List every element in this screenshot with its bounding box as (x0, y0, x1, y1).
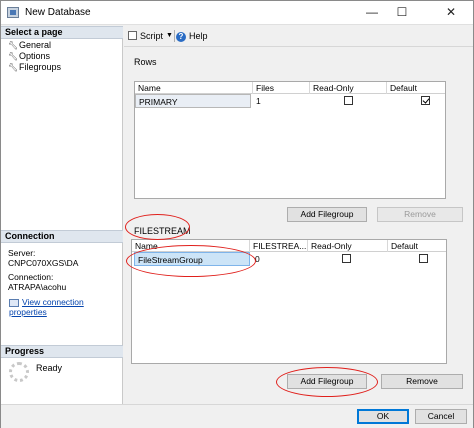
column-header-default[interactable]: Default (388, 240, 446, 252)
rows-grid[interactable]: Name Files Read-Only Default PRIMARY 1 (134, 81, 446, 199)
default-checkbox[interactable] (419, 254, 428, 263)
title-bar: New Database — ☐ ✕ (1, 1, 473, 25)
column-header-name[interactable]: Name (135, 82, 253, 94)
left-pane: Select a page 🔧︎General 🔧︎Options 🔧︎File… (1, 26, 123, 404)
column-header-name[interactable]: Name (132, 240, 250, 252)
connection-value: ATRAPA\acohu (8, 282, 67, 292)
filestream-grid[interactable]: Name FILESTREA... Read-Only Default File… (131, 239, 447, 364)
ok-button[interactable]: OK (357, 409, 409, 424)
table-row[interactable]: PRIMARY 1 (135, 94, 445, 108)
connection-label: Connection: (8, 272, 54, 282)
help-label: Help (189, 31, 208, 41)
filestream-files-cell: 0 (255, 254, 260, 264)
column-header-filestream-files[interactable]: FILESTREA... (250, 240, 308, 252)
add-filegroup-button[interactable]: Add Filegroup (287, 207, 367, 222)
remove-button[interactable]: Remove (377, 207, 463, 222)
rows-grid-header: Name Files Read-Only Default (135, 82, 445, 94)
column-header-read-only[interactable]: Read-Only (310, 82, 387, 94)
remove-button[interactable]: Remove (381, 374, 463, 389)
column-header-default[interactable]: Default (387, 82, 445, 94)
filestream-label: FILESTREAM (134, 226, 191, 236)
filegroup-name-cell[interactable]: PRIMARY (135, 94, 251, 108)
progress-spinner-icon (9, 362, 29, 382)
page-item-options[interactable]: 🔧︎Options (8, 51, 50, 62)
progress-header: Progress (1, 345, 123, 358)
toolbar-separator (174, 30, 175, 42)
new-database-dialog: New Database — ☐ ✕ Select a page 🔧︎Gener… (0, 0, 474, 428)
maximize-button[interactable]: ☐ (387, 1, 417, 25)
help-button[interactable]: ? Help (176, 30, 208, 42)
window-title: New Database (25, 7, 91, 18)
page-item-label: General (19, 40, 52, 50)
page-item-filegroups[interactable]: 🔧︎Filegroups (8, 62, 61, 73)
script-icon (128, 31, 137, 40)
add-filegroup-button[interactable]: Add Filegroup (287, 374, 367, 389)
script-dropdown-icon[interactable]: ▼ (166, 30, 173, 42)
files-cell: 1 (256, 96, 261, 106)
read-only-checkbox[interactable] (342, 254, 351, 263)
page-item-label: Filegroups (19, 62, 62, 72)
wrench-icon: 🔧︎ (8, 52, 19, 61)
page-item-general[interactable]: 🔧︎General (8, 40, 51, 51)
script-button[interactable]: Script (128, 30, 163, 42)
close-button[interactable]: ✕ (429, 1, 473, 25)
database-icon (7, 7, 19, 18)
help-icon: ? (176, 32, 186, 42)
page-item-label: Options (19, 51, 51, 61)
minimize-button[interactable]: — (357, 1, 387, 25)
default-checkbox[interactable] (421, 96, 430, 105)
server-value: CNPC070XGS\DA (8, 258, 79, 268)
cancel-button[interactable]: Cancel (415, 409, 467, 424)
server-label: Server: (8, 248, 36, 258)
select-page-header: Select a page (1, 26, 123, 39)
properties-icon (9, 298, 19, 307)
read-only-checkbox[interactable] (344, 96, 353, 105)
column-header-files[interactable]: Files (253, 82, 310, 94)
table-row[interactable]: FileStreamGroup 0 (132, 252, 446, 266)
column-header-read-only[interactable]: Read-Only (308, 240, 388, 252)
view-connection-properties-label: View connection properties (9, 297, 84, 317)
progress-status: Ready (36, 363, 63, 373)
wrench-icon: 🔧︎ (8, 63, 19, 72)
rows-label: Rows (134, 57, 157, 67)
filestream-grid-header: Name FILESTREA... Read-Only Default (132, 240, 446, 252)
dialog-footer: OK Cancel (1, 404, 473, 428)
connection-header: Connection (1, 230, 123, 243)
toolbar: Script ▼ ? Help (124, 26, 473, 46)
wrench-icon: 🔧︎ (8, 41, 19, 50)
view-connection-properties-link[interactable]: View connection properties (9, 297, 122, 317)
toolbar-divider (124, 46, 473, 47)
script-label: Script (140, 31, 164, 41)
filegroup-name-cell[interactable]: FileStreamGroup (134, 252, 250, 266)
